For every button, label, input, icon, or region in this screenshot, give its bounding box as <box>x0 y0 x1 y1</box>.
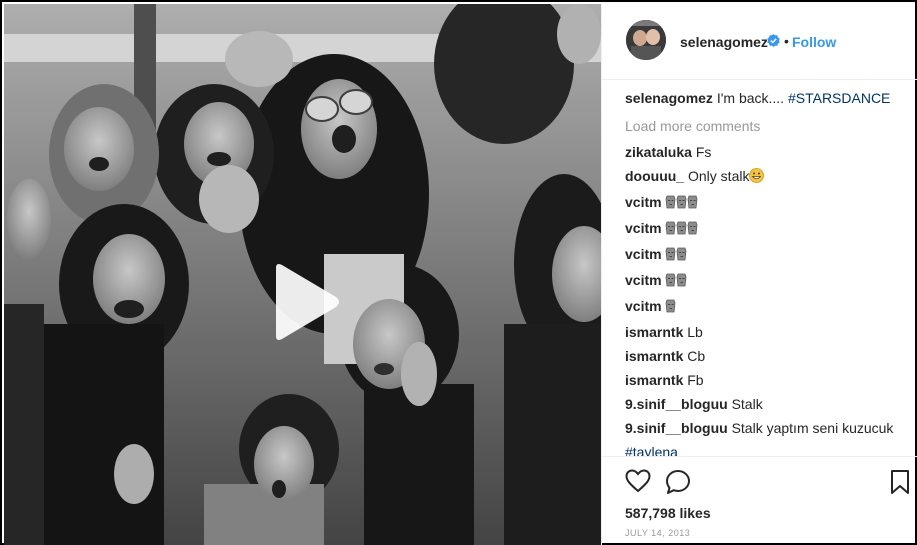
comment-icon[interactable] <box>665 469 691 500</box>
bookmark-icon[interactable] <box>890 469 910 500</box>
moai-emoji <box>665 192 676 216</box>
comment-username[interactable]: 9.sinif__bloguu <box>625 420 728 436</box>
comment-hashtag[interactable]: #taylena <box>625 444 678 456</box>
heart-icon[interactable] <box>625 469 651 498</box>
comments-list[interactable]: selenagomez I'm back.... #STARSDANCE Loa… <box>625 86 910 456</box>
moai-emoji <box>676 192 687 216</box>
likes-count[interactable]: 587,798 likes <box>625 505 711 521</box>
comment-text: Fb <box>687 372 704 388</box>
moai-emoji <box>687 218 698 242</box>
comment-text: Cb <box>687 348 706 364</box>
instagram-post-window: selenagomez • Follow selenagomez I'm bac… <box>0 0 917 545</box>
caption-text: I'm back.... <box>716 90 785 106</box>
avatar[interactable] <box>626 20 666 60</box>
comment-username[interactable]: vcitm <box>625 272 662 288</box>
moai-emoji <box>665 270 676 294</box>
comment-username[interactable]: ismarntk <box>625 372 683 388</box>
comment-row: doouuu_ Only stalk <box>625 164 910 190</box>
post-video[interactable] <box>4 4 601 545</box>
moai-emoji <box>665 296 676 320</box>
comment-row: vcitm <box>625 190 910 216</box>
comment-username[interactable]: ismarntk <box>625 348 683 364</box>
moai-emoji <box>687 192 698 216</box>
comment-text: Stalk <box>731 396 763 412</box>
comment-rows: zikataluka Fs doouuu_ Only stalk vcitm vci… <box>625 140 910 456</box>
separator-dot: • <box>784 33 789 49</box>
comment-text: Stalk yaptım seni kuzucuk <box>731 420 894 436</box>
comment-row: ismarntk Cb <box>625 344 910 368</box>
comment-username[interactable]: 9.sinif__bloguu <box>625 396 728 412</box>
comment-username[interactable]: vcitm <box>625 194 662 210</box>
comment-username[interactable]: doouuu_ <box>625 168 684 184</box>
comment-text: Only stalk <box>688 168 750 184</box>
comment-row: ismarntk Lb <box>625 320 910 344</box>
caption: selenagomez I'm back.... #STARSDANCE <box>625 86 910 110</box>
verified-badge-icon <box>767 34 780 47</box>
comment-username[interactable]: ismarntk <box>625 324 683 340</box>
post-sidebar: selenagomez • Follow selenagomez I'm bac… <box>601 4 917 545</box>
comment-row: vcitm <box>625 294 910 320</box>
load-more-comments-button[interactable]: Load more comments <box>625 114 910 138</box>
comment-row: vcitm <box>625 242 910 268</box>
comment-row: 9.sinif__bloguu Stalk <box>625 392 910 416</box>
comment-text: Fs <box>695 144 712 160</box>
comment-row: zikataluka Fs <box>625 140 910 164</box>
post-date[interactable]: JULY 14, 2013 <box>625 528 690 538</box>
caption-hashtag[interactable]: #STARSDANCE <box>788 90 890 106</box>
comment-username[interactable]: vcitm <box>625 298 662 314</box>
comment-username[interactable]: vcitm <box>625 246 662 262</box>
comment-text: Lb <box>687 324 703 340</box>
moai-emoji <box>676 270 687 294</box>
comment-row: vcitm <box>625 216 910 242</box>
comment-row: 9.sinif__bloguu Stalk yaptım seni kuzucu… <box>625 416 910 456</box>
caption-username[interactable]: selenagomez <box>625 90 713 106</box>
post-username[interactable]: selenagomez <box>680 34 768 50</box>
moai-emoji <box>665 244 676 268</box>
moai-emoji <box>676 218 687 242</box>
grinning-emoji <box>749 166 765 190</box>
comment-row: ismarntk Fb <box>625 368 910 392</box>
moai-emoji <box>676 244 687 268</box>
post-header: selenagomez • Follow <box>602 4 917 80</box>
follow-button[interactable]: Follow <box>792 34 836 50</box>
post-actions: 587,798 likes JULY 14, 2013 <box>602 456 917 545</box>
comment-username[interactable]: zikataluka <box>625 144 692 160</box>
comment-row: vcitm <box>625 268 910 294</box>
moai-emoji <box>665 218 676 242</box>
comment-username[interactable]: vcitm <box>625 220 662 236</box>
play-icon[interactable] <box>272 262 342 342</box>
